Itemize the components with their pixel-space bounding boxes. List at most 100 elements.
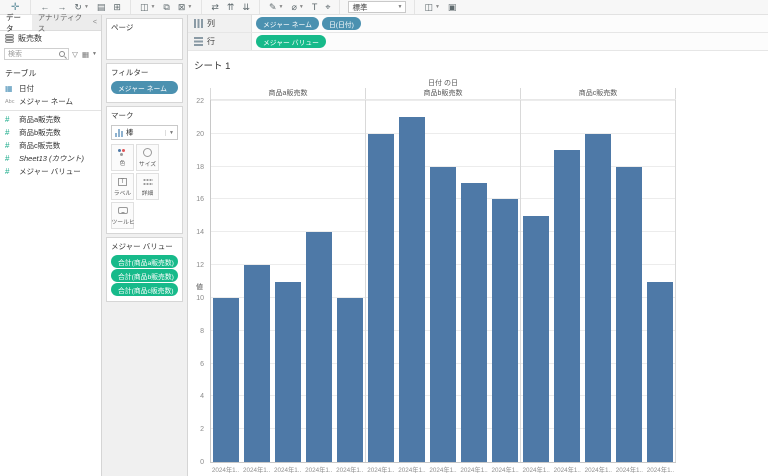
chevron-down-icon[interactable]: ▼ <box>92 51 97 57</box>
field-divider <box>0 110 101 111</box>
field-item[interactable]: # Sheet13 (カウント) <box>0 152 101 165</box>
marks-card-title: マーク <box>111 111 134 120</box>
show-me-button[interactable]: ◫ ▼ <box>420 1 443 14</box>
worksheet-view: 列 メジャー ネーム 日(日付) 行 メジャー バリュー シート 1 0 2 4 6 8 1… <box>188 15 768 476</box>
panel-title: 商品a販売数 <box>211 88 366 99</box>
group-members-icon: ⌀ <box>291 1 297 12</box>
field-item[interactable]: # 商品a販売数 <box>0 113 101 126</box>
view-options-icon[interactable]: ▦ <box>81 50 90 59</box>
datasource-name: 販売数 <box>18 34 42 43</box>
calendar-icon: ▦ <box>5 84 13 93</box>
group-members-button[interactable]: ⌀ ▼ <box>288 1 308 14</box>
pages-card[interactable]: ページ <box>106 18 183 60</box>
table-section-title: テーブル <box>5 69 37 78</box>
y-tick-label: 20 <box>196 130 204 138</box>
field-item[interactable]: Abc メジャー ネーム <box>0 95 101 108</box>
y-axis: 0 2 4 6 8 10 12 14 16 18 20 22 <box>188 98 207 466</box>
filter-fields-icon[interactable]: ▽ <box>71 50 79 59</box>
highlight-button[interactable]: ✎ ▼ <box>265 1 288 14</box>
detail-button[interactable]: 詳細 <box>136 173 159 200</box>
bar-mark[interactable] <box>523 215 550 462</box>
y-tick-label: 14 <box>196 229 204 237</box>
rows-shelf[interactable]: 行 メジャー バリュー <box>188 33 768 51</box>
field-item[interactable]: # 商品c販売数 <box>0 139 101 152</box>
columns-icon <box>194 19 203 28</box>
show-me-icon: ◫ <box>424 1 433 12</box>
mark-button-label: ツールヒ... <box>111 219 134 226</box>
chevron-down-icon: ▼ <box>150 4 156 10</box>
chevron-down-icon: ▼ <box>83 4 89 10</box>
presentation-mode-button[interactable]: ▣ <box>444 1 461 14</box>
save-button[interactable]: ▤ <box>93 1 110 14</box>
bar-mark[interactable] <box>460 183 487 462</box>
abc-icon: Abc <box>5 98 15 105</box>
search-input[interactable]: 検索 <box>4 48 70 60</box>
columns-shelf-pill[interactable]: 日(日付) <box>321 17 361 30</box>
x-tick-label: 2024年1.. <box>211 467 240 474</box>
x-label-panel: 2024年1.. 2024年1.. 2024年1.. 2024年1.. 2024年1.. <box>210 463 365 475</box>
tab-data[interactable]: データ <box>0 13 32 33</box>
swap-rows-columns-button[interactable]: ⇄ <box>207 1 223 14</box>
tooltip-button[interactable]: ツールヒ... <box>111 202 134 229</box>
x-tick-label: 2024年1.. <box>553 467 581 474</box>
hash-icon: # <box>5 154 10 163</box>
bar-mark[interactable] <box>213 297 240 462</box>
measure-values-card-title: メジャー バリュー <box>111 242 173 251</box>
clear-sheet-button[interactable]: ⊠ ▼ <box>174 1 197 14</box>
measure-values-pill[interactable]: 合計(商品a販売数) <box>111 255 178 268</box>
bar-mark[interactable] <box>429 166 456 462</box>
chevron-down-icon: ▼ <box>278 4 284 10</box>
x-tick-label: 2024年1.. <box>429 467 457 474</box>
collapse-pane-icon[interactable]: < <box>89 15 101 30</box>
bar-mark[interactable] <box>554 150 581 462</box>
fit-selector[interactable]: 標準 ▼ <box>348 1 407 13</box>
field-name: 商品a販売数 <box>19 115 61 124</box>
label-button[interactable]: T ラベル <box>111 173 134 200</box>
bar-mark[interactable] <box>368 133 395 462</box>
filter-pill[interactable]: メジャー ネーム <box>111 81 178 94</box>
y-tick-label: 2 <box>200 426 204 434</box>
bar-mark[interactable] <box>336 297 363 462</box>
columns-shelf[interactable]: 列 メジャー ネーム 日(日付) <box>188 15 768 33</box>
measure-values-pill[interactable]: 合計(商品c販売数) <box>111 283 178 296</box>
fix-axes-button[interactable]: ⌖ <box>321 1 334 14</box>
bar-mark[interactable] <box>305 232 332 462</box>
bar-mark[interactable] <box>399 117 426 462</box>
filters-card-title: フィルター <box>111 68 149 77</box>
field-item[interactable]: # 商品b販売数 <box>0 126 101 139</box>
columns-shelf-pill[interactable]: メジャー ネーム <box>256 17 319 30</box>
sort-ascending-button[interactable]: ⇈ <box>223 1 239 14</box>
measure-values-pill[interactable]: 合計(商品b販売数) <box>111 269 178 282</box>
field-item[interactable]: # メジャー バリュー <box>0 165 101 178</box>
x-tick-label: 2024年1.. <box>522 467 550 474</box>
bar-mark[interactable] <box>244 265 271 462</box>
rows-shelf-pill[interactable]: メジャー バリュー <box>256 35 326 48</box>
color-button[interactable]: 色 <box>111 144 134 171</box>
x-tick-label: 2024年1.. <box>367 467 395 474</box>
bar-mark[interactable] <box>274 281 301 462</box>
chart-panel <box>366 100 521 462</box>
mark-type-dropdown[interactable]: 棒 ▼ <box>111 125 178 140</box>
x-tick-label: 2024年1.. <box>274 467 302 474</box>
filters-card[interactable]: フィルター メジャー ネーム <box>106 63 183 103</box>
bar-mark[interactable] <box>584 133 611 462</box>
show-mark-labels-button[interactable]: T <box>308 1 322 14</box>
y-axis-label: 値 <box>196 284 203 291</box>
duplicate-button[interactable]: ⧉ <box>159 1 173 14</box>
new-worksheet-button[interactable]: ◫ ▼ <box>136 1 159 14</box>
field-item[interactable]: ▦ 日付 <box>0 82 101 95</box>
y-tick-label: 22 <box>196 98 204 105</box>
bar-mark[interactable] <box>646 281 673 462</box>
new-data-source-button[interactable]: ⊞ <box>109 1 125 14</box>
sort-descending-button[interactable]: ⇊ <box>238 1 254 14</box>
hash-icon: # <box>5 141 10 150</box>
size-button[interactable]: サイズ <box>136 144 159 171</box>
tab-analytics[interactable]: アナリティクス <box>32 13 89 33</box>
sort-descending-icon: ⇊ <box>242 1 250 12</box>
y-tick-label: 12 <box>196 262 204 270</box>
pane-tabs: データ アナリティクス < <box>0 13 101 33</box>
search-row: 検索 ▽ ▦ ▼ <box>0 46 101 62</box>
bar-mark[interactable] <box>491 199 518 462</box>
new-worksheet-icon: ◫ <box>139 1 149 12</box>
bar-mark[interactable] <box>615 166 642 462</box>
